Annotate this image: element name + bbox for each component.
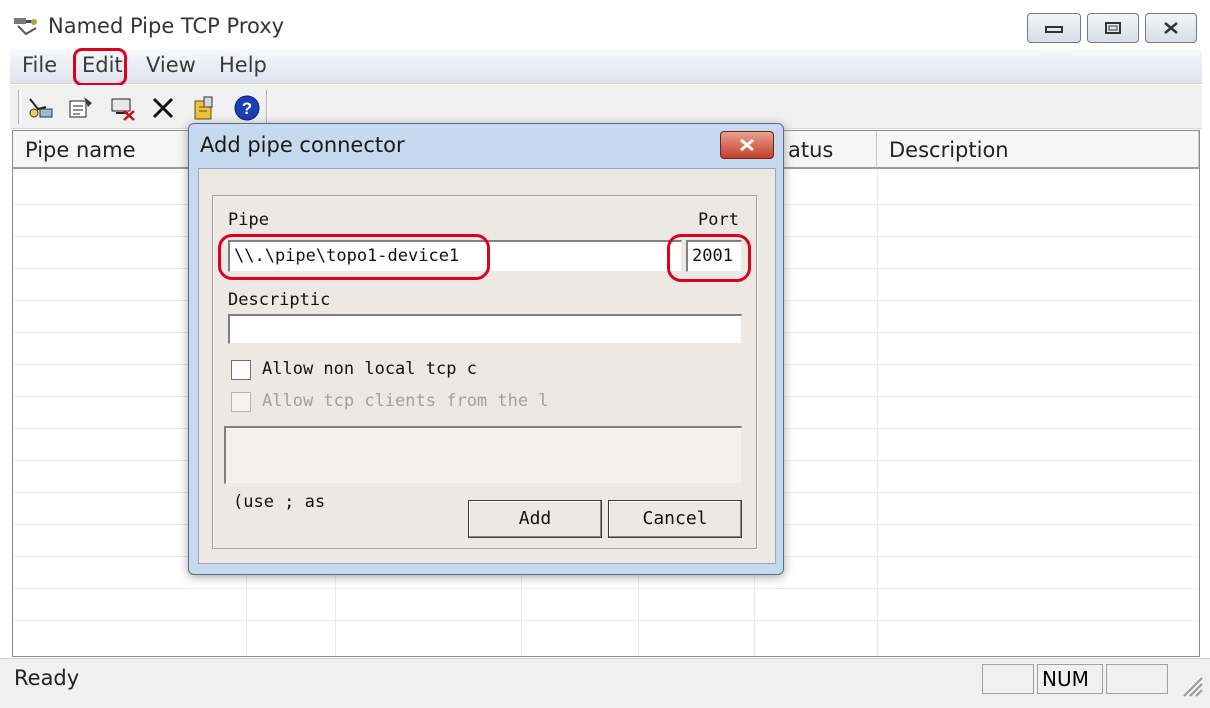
add-pipe-icon[interactable] [26, 94, 56, 122]
port-input[interactable]: 2001 [686, 240, 742, 272]
dialog-close-button[interactable] [720, 131, 774, 159]
pipe-label: Pipe [228, 210, 269, 230]
remove-connection-icon[interactable] [108, 94, 138, 122]
menu-file[interactable]: File [22, 53, 57, 77]
allow-tcp-clients-label: Allow tcp clients from the l [262, 391, 549, 411]
dialog-title: Add pipe connector [200, 133, 405, 157]
description-input[interactable] [228, 314, 742, 344]
menu-view[interactable]: View [146, 53, 196, 77]
status-panel-scroll [1106, 664, 1168, 694]
status-text: Ready [14, 666, 80, 690]
delete-x-icon[interactable] [148, 94, 178, 122]
menu-help[interactable]: Help [219, 53, 267, 77]
help-question-icon[interactable]: ? [232, 94, 262, 122]
close-icon [1164, 22, 1178, 34]
pipe-proxy-app-icon [12, 14, 42, 38]
column-header-status-label[interactable]: atus [776, 131, 877, 169]
toolbar-separator [266, 90, 268, 124]
separator-hint: (use ; as [233, 492, 326, 512]
menu-edit[interactable]: Edit [82, 53, 123, 77]
grid-line [13, 588, 1199, 589]
grid-line [13, 620, 1199, 621]
status-panel-caps [982, 664, 1034, 694]
close-icon [740, 138, 754, 152]
status-panel-num: NUM [1037, 664, 1103, 694]
column-header-description[interactable]: Description [877, 131, 1199, 169]
allow-non-local-label[interactable]: Allow non local tcp c [262, 359, 477, 379]
toolbar-grip [18, 90, 21, 124]
tools-icon[interactable] [190, 94, 220, 122]
allowed-clients-list [224, 426, 742, 484]
maximize-icon [1105, 22, 1121, 34]
window-title: Named Pipe TCP Proxy [48, 14, 285, 38]
close-button[interactable] [1145, 13, 1197, 43]
allow-non-local-checkbox[interactable] [231, 360, 251, 380]
pipe-name-input[interactable]: \\.\pipe\topo1-device1 [228, 240, 682, 272]
svg-text:?: ? [242, 99, 252, 118]
minimize-icon [1045, 26, 1063, 33]
maximize-button[interactable] [1087, 13, 1139, 43]
properties-icon[interactable] [66, 94, 96, 122]
description-label: Descriptic [228, 290, 331, 310]
add-button[interactable]: Add [468, 500, 602, 538]
allow-tcp-clients-checkbox [231, 392, 251, 412]
grid-column-line [877, 170, 878, 656]
port-label: Port [698, 210, 739, 230]
cancel-button[interactable]: Cancel [608, 500, 742, 538]
resize-grip-icon[interactable] [1178, 672, 1204, 698]
minimize-button[interactable] [1027, 13, 1081, 43]
